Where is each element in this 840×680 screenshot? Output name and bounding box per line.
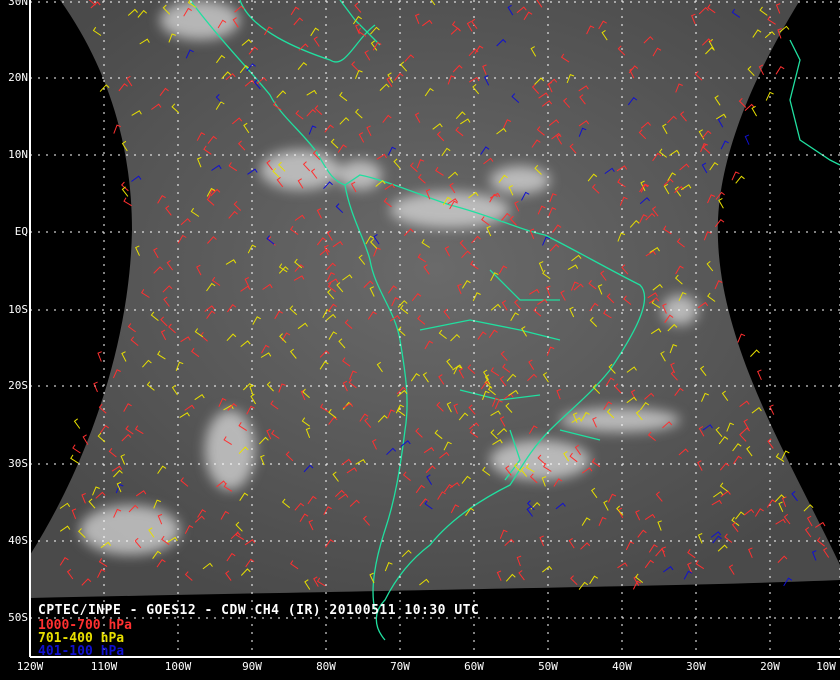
cloud [80, 505, 180, 555]
latitude-label: 10S [8, 303, 28, 316]
cloud [560, 408, 680, 432]
latitude-label: 40S [8, 534, 28, 547]
longitude-label: 110W [90, 660, 118, 673]
longitude-label: 40W [612, 660, 632, 673]
longitude-label: 60W [464, 660, 484, 673]
legend-high-level: 401-100 hPa [38, 644, 125, 659]
latitude-label: 30S [8, 457, 28, 470]
cloud [205, 410, 255, 490]
latitude-label: 30N [8, 0, 28, 8]
longitude-label: 10W [816, 660, 836, 673]
longitude-label: 80W [316, 660, 336, 673]
longitude-label: 50W [538, 660, 558, 673]
latitude-label: 50S [8, 611, 28, 624]
latitude-label: EQ [14, 225, 28, 238]
latitude-label: 10N [8, 148, 28, 161]
latitude-label: 20S [8, 379, 28, 392]
longitude-label: 70W [390, 660, 410, 673]
longitude-label: 90W [242, 660, 262, 673]
longitude-label: 120W [16, 660, 44, 673]
longitude-label: 20W [760, 660, 780, 673]
latitude-label: 20N [8, 71, 28, 84]
cloud [490, 166, 550, 194]
longitude-label: 100W [164, 660, 192, 673]
satellite-map [0, 0, 840, 680]
image-title: CPTEC/INPE - GOES12 - CDW CH4 (IR) 20100… [38, 603, 480, 618]
longitude-label: 30W [686, 660, 706, 673]
